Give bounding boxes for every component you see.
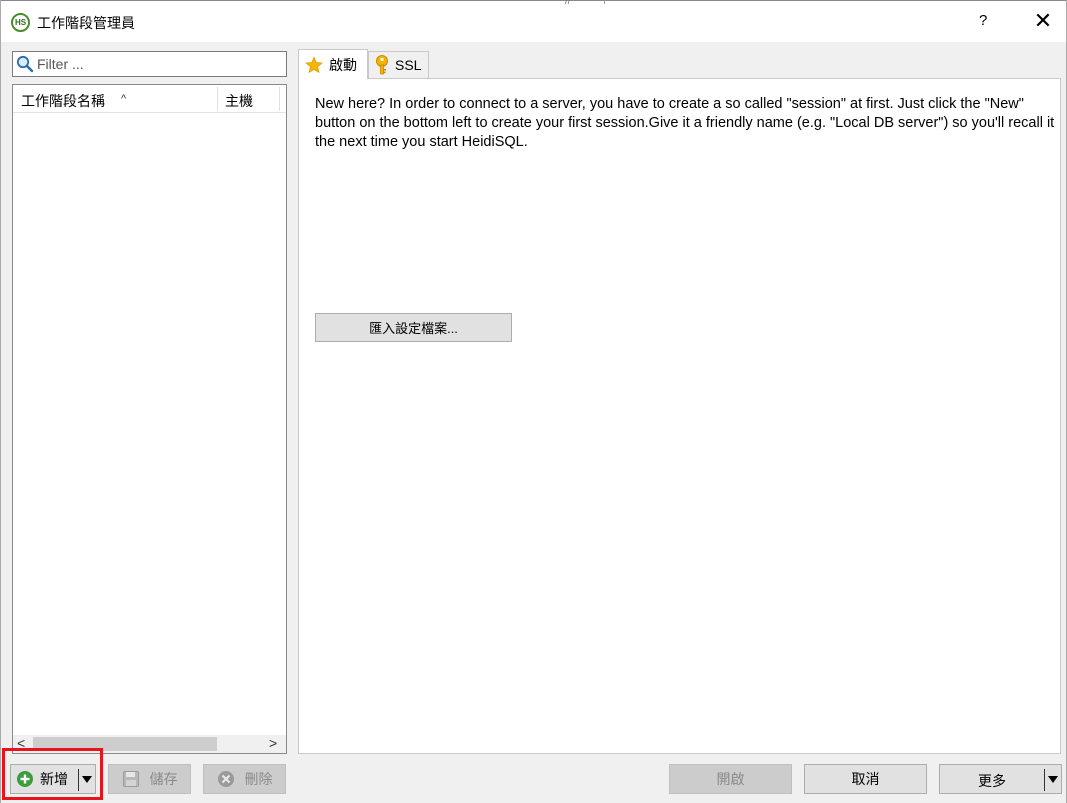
column-header-session-name[interactable]: 工作階段名稱	[21, 91, 105, 111]
search-icon	[16, 55, 34, 73]
more-label: 更多	[978, 773, 1006, 789]
top-divider	[604, 0, 605, 4]
save-label: 儲存	[149, 771, 178, 787]
scroll-right-icon[interactable]: >	[269, 735, 277, 751]
save-icon	[122, 770, 140, 788]
close-button[interactable]: ✕	[1031, 9, 1055, 33]
scrollbar-thumb[interactable]	[33, 737, 217, 751]
window-title: 工作階段管理員	[37, 15, 135, 31]
open-button[interactable]: 開啟	[669, 764, 792, 794]
filter-box[interactable]	[12, 51, 287, 77]
dropdown-arrow-icon[interactable]	[82, 776, 92, 783]
more-button[interactable]: 更多	[939, 764, 1062, 794]
delete-button[interactable]: 刪除	[203, 764, 286, 794]
import-settings-button[interactable]: 匯入設定檔案...	[315, 313, 512, 342]
key-icon	[375, 55, 389, 75]
split-divider	[78, 769, 79, 791]
column-divider[interactable]	[217, 87, 218, 111]
column-divider[interactable]	[279, 87, 280, 111]
tab-start[interactable]: 啟動	[298, 49, 368, 79]
intro-text: New here? In order to connect to a serve…	[315, 96, 1055, 150]
session-manager-window: HS 工作階段管理員 ? ✕ // 工作階段名稱 ^ 主機 < >	[0, 0, 1067, 803]
star-icon	[305, 55, 323, 74]
tab-start-label: 啟動	[329, 56, 357, 73]
heidisql-logo-icon: HS	[11, 13, 30, 32]
horizontal-scrollbar[interactable]: < >	[13, 735, 286, 753]
add-icon	[16, 770, 34, 788]
title-bar: HS 工作階段管理員 ? ✕	[1, 0, 1066, 42]
start-tab-panel: New here? In order to connect to a serve…	[298, 78, 1061, 754]
new-session-label: 新增	[40, 771, 68, 787]
dropdown-arrow-icon[interactable]	[1048, 776, 1058, 783]
session-list[interactable]: 工作階段名稱 ^ 主機 < >	[12, 84, 287, 754]
resize-grip-icon: //	[565, 0, 571, 7]
new-session-button[interactable]: 新增	[10, 764, 96, 794]
help-button[interactable]: ?	[979, 12, 993, 29]
column-header-host[interactable]: 主機	[225, 91, 253, 111]
split-divider	[1044, 769, 1045, 791]
session-list-header: 工作階段名稱 ^ 主機	[13, 85, 286, 113]
sort-ascending-icon: ^	[121, 93, 127, 105]
delete-label: 刪除	[244, 771, 273, 787]
delete-icon	[217, 770, 235, 788]
tab-ssl[interactable]: SSL	[368, 51, 429, 78]
save-button[interactable]: 儲存	[108, 764, 191, 794]
scroll-left-icon[interactable]: <	[17, 735, 25, 751]
tab-ssl-label: SSL	[395, 57, 422, 73]
cancel-button[interactable]: 取消	[804, 764, 927, 794]
filter-input[interactable]	[37, 54, 282, 74]
